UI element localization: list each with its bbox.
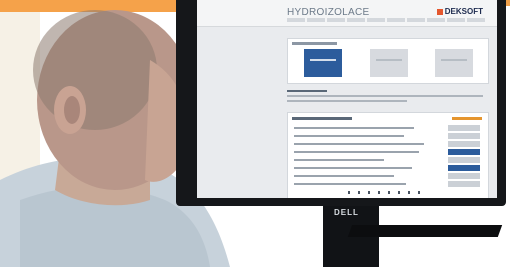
answer-button[interactable] <box>448 157 480 163</box>
question-row <box>292 149 482 155</box>
answer-button[interactable] <box>448 173 480 179</box>
deksoft-logo-icon <box>436 8 443 15</box>
answer-button[interactable] <box>448 125 480 131</box>
answer-button[interactable] <box>448 181 480 187</box>
question-row <box>292 141 482 147</box>
question-panel-heading <box>292 117 352 120</box>
category-panel <box>287 38 489 84</box>
monitor-brand: DELL <box>334 208 359 217</box>
app-header: HYDROIZOLACE DEKSOFT <box>197 0 497 27</box>
question-panel <box>287 112 489 198</box>
answer-button-selected[interactable] <box>448 165 480 171</box>
category-panel-heading <box>292 42 337 45</box>
question-row <box>292 125 482 131</box>
photo-scene: HYDROIZOLACE DEKSOFT DELL <box>0 0 510 267</box>
question-row <box>292 181 482 187</box>
app-title: HYDROIZOLACE <box>287 7 370 18</box>
intro-text <box>287 18 485 22</box>
question-row <box>292 157 482 163</box>
monitor-stand-base <box>347 225 503 237</box>
question-row <box>292 165 482 171</box>
monitor-screen: HYDROIZOLACE DEKSOFT <box>197 0 497 198</box>
category-tile[interactable] <box>435 49 473 77</box>
logo-text: DEKSOFT <box>444 7 483 16</box>
answer-button[interactable] <box>448 141 480 147</box>
question-panel-status <box>452 117 482 120</box>
description-block <box>287 90 487 106</box>
pagination[interactable] <box>348 191 428 194</box>
category-tile-active[interactable] <box>304 49 342 77</box>
question-row <box>292 133 482 139</box>
app-logo: DEKSOFT <box>436 7 483 16</box>
question-row <box>292 173 482 179</box>
answer-button-selected[interactable] <box>448 149 480 155</box>
category-tile[interactable] <box>370 49 408 77</box>
answer-button[interactable] <box>448 133 480 139</box>
